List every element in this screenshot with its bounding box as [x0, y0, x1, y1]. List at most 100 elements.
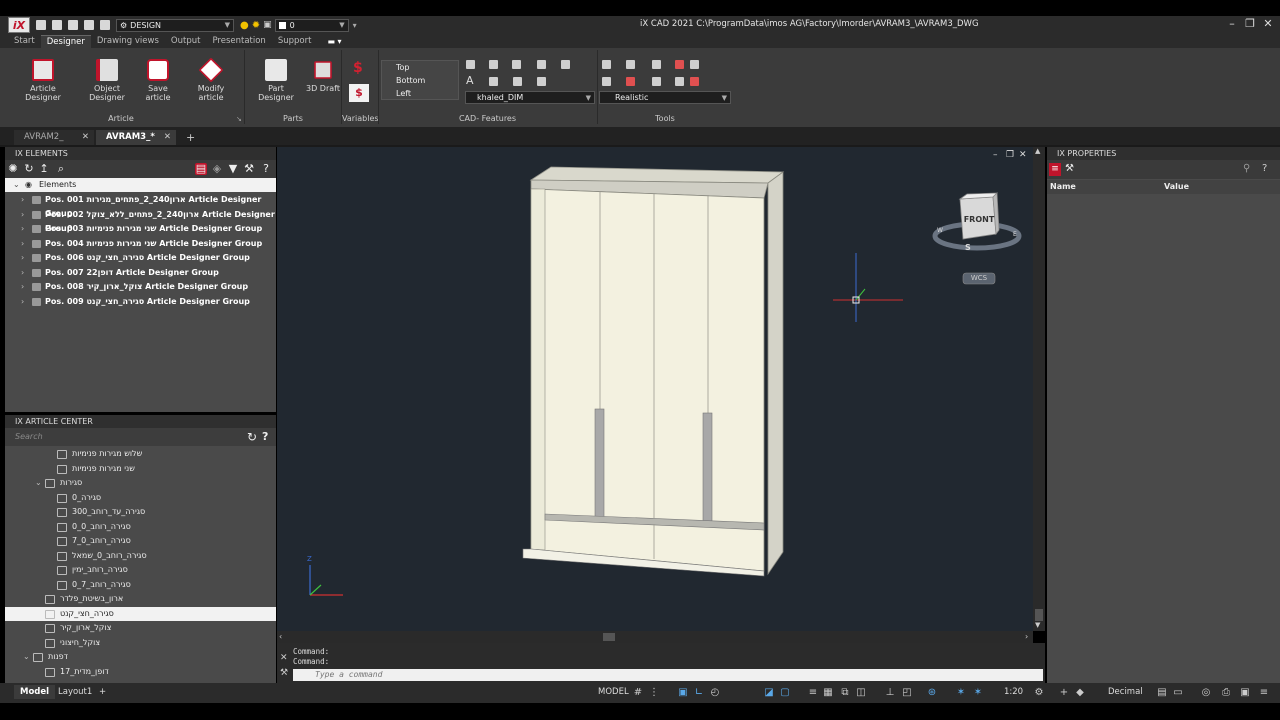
wrench-icon[interactable]: ⚒ [1065, 163, 1074, 174]
lock-icon[interactable]: ▣ [263, 20, 272, 30]
snap-tracking-icon[interactable]: ▢ [780, 688, 790, 698]
dialog-launcher-icon[interactable]: ↘ [236, 115, 242, 123]
element-row[interactable]: › Pos. 003 שני מגירות פנימיות Article Des… [5, 222, 276, 237]
chevron-right-icon[interactable]: › [21, 222, 24, 236]
article-item[interactable]: ארון_בשיטת_פלדר [5, 592, 276, 607]
article-designer-button[interactable]: Article Designer [12, 59, 74, 102]
transparency-icon[interactable]: ▦ [823, 688, 833, 698]
dimension-icon[interactable] [513, 77, 522, 86]
view-top[interactable]: Top [382, 61, 458, 74]
article-item[interactable]: שני מגירות פנימיות [5, 462, 276, 477]
plot-icon[interactable] [100, 20, 110, 30]
elements-root[interactable]: ⌄ ◉ Elements [5, 178, 276, 192]
line-icon[interactable] [466, 60, 475, 69]
viewcube-front-label[interactable]: FRONT [963, 215, 995, 224]
article-item[interactable]: שלוש מגירות פנימיות [5, 447, 276, 462]
layer-select[interactable]: 0 ▼ [274, 18, 349, 32]
units-select[interactable]: Decimal [1102, 685, 1149, 699]
close-icon[interactable]: ✕ [164, 130, 171, 145]
article-item[interactable]: סגירה_רוחב_ימין [5, 563, 276, 578]
tool-icon-6[interactable] [602, 77, 611, 86]
folder-item[interactable]: ⌄ דפנות [5, 650, 276, 665]
tool-icon-5[interactable] [690, 60, 699, 69]
region-icon[interactable] [537, 77, 546, 86]
help-icon[interactable]: ? [260, 163, 272, 175]
chevron-down-icon[interactable]: ⌄ [35, 476, 42, 490]
settings-icon[interactable]: ✺ [7, 163, 19, 175]
chevron-right-icon[interactable]: › [21, 280, 24, 294]
tab-model[interactable]: Model [14, 685, 56, 699]
drawing-viewport[interactable]: – ❐ ✕ FRONT WCS S E W Z [277, 147, 1033, 631]
article-item[interactable]: סגירה_עד_רוחב_300 [5, 505, 276, 520]
close-button[interactable]: ✕ [1260, 17, 1276, 31]
tab-designer[interactable]: Designer [40, 35, 91, 48]
layers-icon[interactable]: ◈ [211, 163, 223, 175]
article-item[interactable]: סגירה_רוחב_0_7 [5, 534, 276, 549]
dim-style-select[interactable]: khaled_DIM ▼ [465, 91, 595, 104]
article-item[interactable]: סגירה_0 [5, 491, 276, 506]
quick-properties-icon[interactable]: ▤ [1157, 688, 1167, 698]
app-logo[interactable]: iX [8, 17, 30, 33]
part-designer-button[interactable]: Part Designer [250, 59, 302, 102]
compass-west[interactable]: W [937, 227, 943, 234]
tab-output[interactable]: Output [165, 35, 207, 48]
help-icon[interactable]: ? [1262, 163, 1267, 174]
new-file-icon[interactable] [36, 20, 46, 30]
filter-icon[interactable]: ▼ [227, 163, 239, 175]
isodraft-icon[interactable]: ◴ [710, 688, 720, 698]
view-list[interactable]: Top Bottom Left [381, 60, 459, 100]
visual-style-select[interactable]: Realistic ▼ [599, 91, 731, 104]
scroll-right-icon[interactable]: › [1025, 632, 1028, 641]
plus-icon[interactable]: + [1059, 688, 1069, 698]
chevron-right-icon[interactable]: › [21, 208, 24, 222]
refresh-icon[interactable]: ↻ [247, 430, 257, 444]
close-icon[interactable]: ✕ [82, 130, 89, 145]
doc-tab-avram3[interactable]: AVRAM3_* ✕ [96, 130, 176, 145]
scroll-thumb[interactable] [603, 633, 615, 641]
minimize-button[interactable]: – [1224, 17, 1240, 31]
view-left[interactable]: Left [382, 87, 458, 100]
folder-item[interactable]: ⌄ סגירות [5, 476, 276, 491]
pin-icon[interactable]: ⚲ [1243, 163, 1250, 174]
view-bottom[interactable]: Bottom [382, 74, 458, 87]
wrench-icon[interactable]: ⚒ [243, 163, 255, 175]
sun-icon[interactable]: ✹ [252, 20, 260, 31]
chevron-right-icon[interactable]: › [21, 295, 24, 309]
clean-screen-icon[interactable]: ▣ [1240, 688, 1250, 698]
object-snap-icon[interactable]: ◪ [764, 688, 774, 698]
print-icon[interactable] [84, 20, 94, 30]
text-icon[interactable]: A [466, 74, 474, 87]
article-item[interactable]: סגירה_רוחב_7_0 [5, 578, 276, 593]
lineweight-icon[interactable]: ≡ [808, 688, 818, 698]
element-row[interactable]: › Pos. 006 סגירה_חצי_קנט Article Designer… [5, 251, 276, 266]
article-item[interactable]: סגירה_רוחב_0_שמאל [5, 549, 276, 564]
element-row[interactable]: › Pos. 004 שני מגירות פנימיות Article Des… [5, 237, 276, 252]
gear-icon[interactable]: ⚙ [1034, 688, 1044, 698]
tree-view-icon[interactable]: ▤ [195, 163, 207, 175]
vertical-scrollbar[interactable]: ▲ ▼ [1033, 147, 1045, 631]
3d-draft-button[interactable]: 3D Draft [305, 59, 341, 93]
hardware-accel-icon[interactable]: ◆ [1075, 688, 1085, 698]
add-layout-icon[interactable]: + [93, 685, 112, 699]
scroll-down-icon[interactable]: ▼ [1035, 621, 1040, 629]
tab-support[interactable]: Support [272, 35, 318, 48]
horizontal-scrollbar[interactable]: ‹ › [277, 631, 1033, 643]
compass-east[interactable]: E [1013, 231, 1017, 238]
customize-qat-icon[interactable]: ▾ [353, 21, 357, 30]
article-item[interactable]: סגירה_חצי_קנט [5, 606, 276, 621]
dynamic-ucs-icon[interactable]: ⊥ [885, 688, 895, 698]
tab-layout1[interactable]: Layout1 [52, 685, 98, 699]
print-icon[interactable]: ⎙ [1221, 688, 1231, 698]
lightbulb-icon[interactable]: ● [240, 20, 249, 31]
chevron-right-icon[interactable]: › [21, 237, 24, 251]
lock-ui-icon[interactable]: ▭ [1173, 688, 1183, 698]
polar-icon[interactable]: ∟ [694, 688, 704, 698]
annotation-visibility-icon[interactable]: ✶ [956, 688, 966, 698]
chevron-right-icon[interactable]: › [21, 266, 24, 280]
up-arrow-icon[interactable]: ↥ [38, 163, 50, 175]
selection-filter-icon[interactable]: ◰ [902, 688, 912, 698]
variables-dollar-icon[interactable]: $ [353, 60, 363, 76]
isolate-objects-icon[interactable]: ◎ [1201, 688, 1211, 698]
customization-menu-icon[interactable]: ≡ [1259, 688, 1269, 698]
gizmo-icon[interactable]: ⊛ [927, 688, 937, 698]
